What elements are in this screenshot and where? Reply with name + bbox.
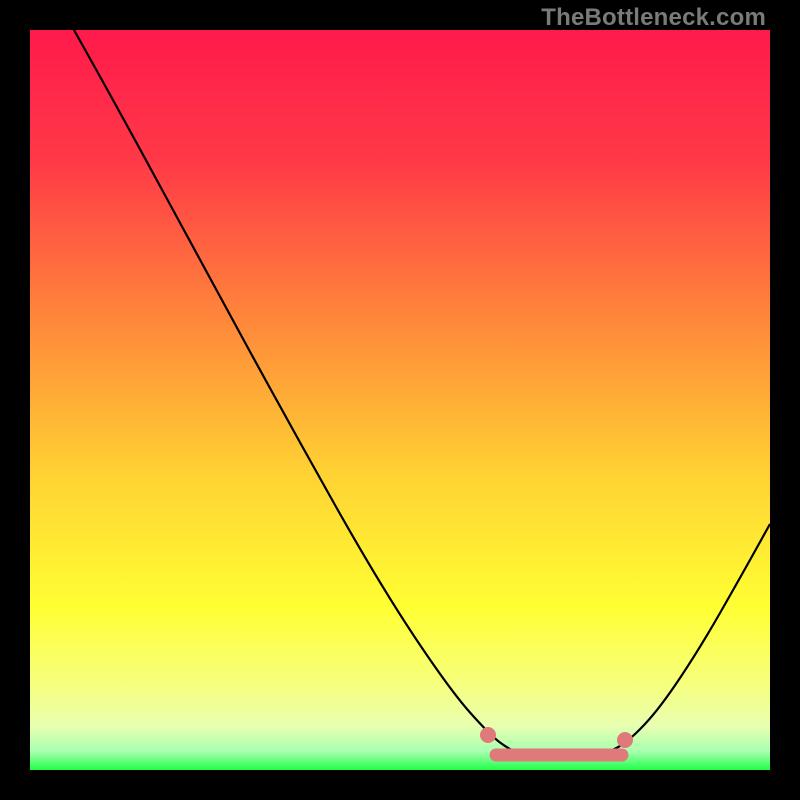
gradient-background	[30, 30, 770, 770]
watermark-text: TheBottleneck.com	[541, 4, 766, 32]
bottleneck-chart	[30, 30, 770, 770]
chart-frame	[30, 30, 770, 770]
